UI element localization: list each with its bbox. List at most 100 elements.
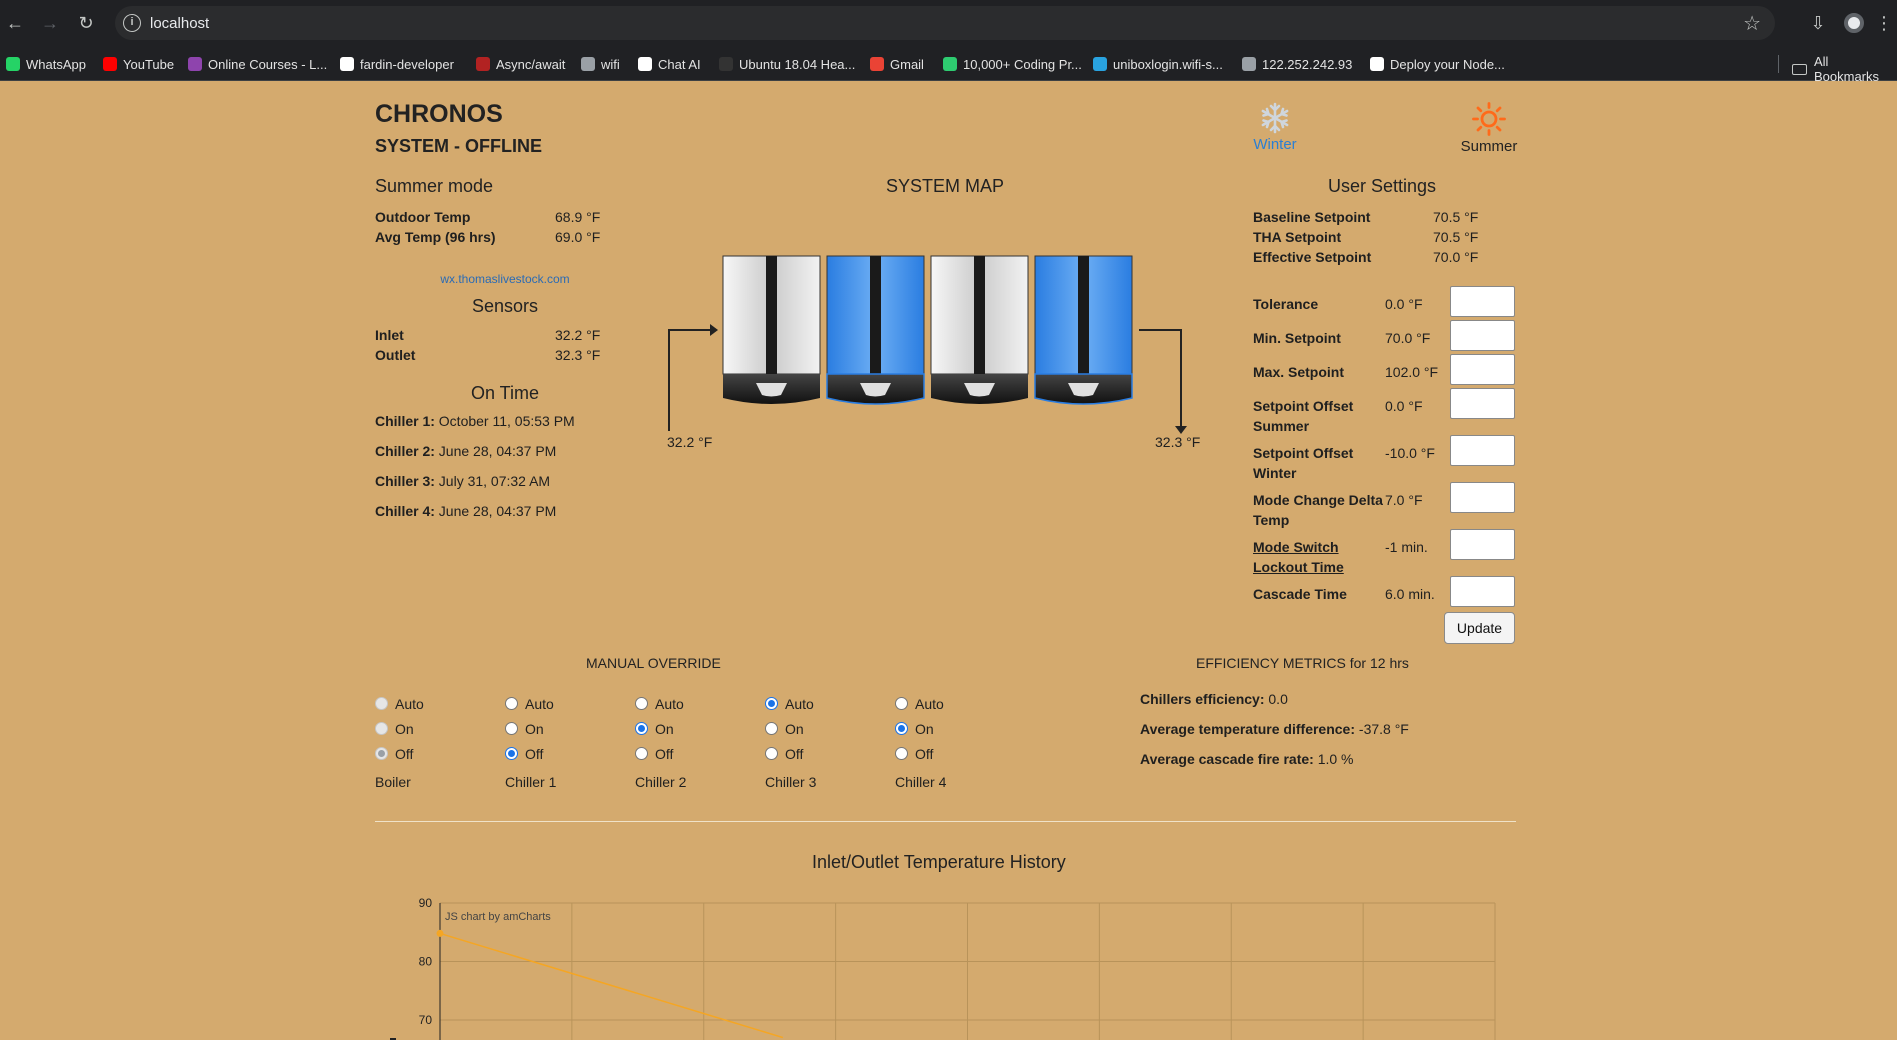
- bookmark-favicon-icon: [340, 57, 354, 71]
- stat-row: Outdoor Temp 68.9 °F: [375, 207, 635, 227]
- override-option[interactable]: Auto: [505, 691, 625, 716]
- address-bar[interactable]: i localhost ☆: [115, 6, 1775, 40]
- offset-summer-input[interactable]: [1450, 388, 1515, 419]
- stat-row: Avg Temp (96 hrs) 69.0 °F: [375, 227, 635, 247]
- override-device-name: Boiler: [375, 774, 411, 790]
- bookmark-label: 10,000+ Coding Pr...: [963, 56, 1082, 72]
- all-bookmarks[interactable]: All Bookmarks: [1792, 54, 1897, 84]
- bookmark-favicon-icon: [581, 57, 595, 71]
- lockout-time-input[interactable]: [1450, 529, 1515, 560]
- section-divider: [375, 821, 1516, 822]
- bookmark-item[interactable]: Online Courses - L...: [188, 54, 327, 74]
- y-tick-label: 70: [419, 1013, 433, 1027]
- menu-kebab-icon[interactable]: ⋮: [1871, 10, 1897, 36]
- radio-button[interactable]: [505, 722, 518, 735]
- efficiency-row: Average cascade fire rate: 1.0 %: [1140, 751, 1354, 767]
- override-option[interactable]: Off: [635, 741, 755, 766]
- mode-stats: Outdoor Temp 68.9 °F Avg Temp (96 hrs) 69.…: [375, 207, 635, 247]
- override-option[interactable]: On: [505, 716, 625, 741]
- download-icon[interactable]: ⇩: [1805, 10, 1831, 36]
- radio-button[interactable]: [895, 722, 908, 735]
- override-option[interactable]: Auto: [765, 691, 885, 716]
- y-tick-label: 80: [419, 955, 433, 969]
- chart-title: Inlet/Outlet Temperature History: [812, 852, 1066, 872]
- bookmark-item[interactable]: Chat AI: [638, 54, 701, 74]
- radio-button[interactable]: [765, 722, 778, 735]
- override-option[interactable]: Auto: [635, 691, 755, 716]
- lockout-time-link[interactable]: Mode Switch Lockout Time: [1253, 537, 1383, 577]
- radio-button[interactable]: [895, 697, 908, 710]
- override-device-name: Chiller 2: [635, 774, 687, 790]
- bookmark-label: WhatsApp: [26, 56, 86, 72]
- reload-icon[interactable]: ↻: [73, 10, 99, 36]
- bookmark-item[interactable]: 122.252.242.93: [1242, 54, 1352, 74]
- radio-button[interactable]: [635, 747, 648, 760]
- bookmark-item[interactable]: 10,000+ Coding Pr...: [943, 54, 1082, 74]
- left-panel: Summer mode Outdoor Temp 68.9 °F Avg Temp…: [375, 176, 635, 526]
- override-group: Auto On Off Chiller 4: [895, 691, 1015, 790]
- setting-value: 7.0 °F: [1385, 492, 1423, 508]
- url-text[interactable]: localhost: [150, 15, 209, 32]
- bookmark-item[interactable]: uniboxlogin.wifi-s...: [1093, 54, 1223, 74]
- bookmark-item[interactable]: Async/await: [476, 54, 565, 74]
- bookmark-item[interactable]: YouTube: [103, 54, 174, 74]
- radio-label: Off: [785, 745, 804, 762]
- back-icon[interactable]: ←: [2, 10, 28, 36]
- y-tick-label: 90: [419, 896, 433, 910]
- radio-button[interactable]: [765, 747, 778, 760]
- radio-label: Off: [395, 745, 414, 762]
- bookmark-item[interactable]: Gmail: [870, 54, 924, 74]
- override-option[interactable]: Off: [505, 741, 625, 766]
- radio-button[interactable]: [505, 747, 518, 760]
- radio-button[interactable]: [635, 722, 648, 735]
- bookmark-item[interactable]: Deploy your Node...: [1370, 54, 1505, 74]
- override-option[interactable]: On: [635, 716, 755, 741]
- weather-link[interactable]: wx.thomaslivestock.com: [375, 272, 635, 286]
- override-option[interactable]: Off: [765, 741, 885, 766]
- offset-winter-input[interactable]: [1450, 435, 1515, 466]
- chart-credit: JS chart by amCharts: [445, 911, 551, 923]
- efficiency-value: -37.8 °F: [1358, 721, 1409, 737]
- cascade-time-input[interactable]: [1450, 576, 1515, 607]
- stat-value: 69.0 °F: [555, 229, 601, 245]
- on-time-value: June 28, 04:37 PM: [438, 443, 557, 459]
- bookmark-item[interactable]: fardin-developer: [340, 54, 454, 74]
- mode-change-delta-input[interactable]: [1450, 482, 1515, 513]
- bookmark-favicon-icon: [188, 57, 202, 71]
- forward-icon[interactable]: →: [37, 10, 63, 36]
- radio-label: On: [395, 720, 414, 737]
- radio-button[interactable]: [635, 697, 648, 710]
- profile-avatar[interactable]: [1844, 13, 1864, 33]
- on-time-value: October 11, 05:53 PM: [438, 413, 575, 429]
- radio-button[interactable]: [765, 697, 778, 710]
- on-time-label: Chiller 4:: [375, 503, 435, 519]
- override-option[interactable]: Auto: [895, 691, 1015, 716]
- override-option[interactable]: On: [895, 716, 1015, 741]
- setting-value: 0.0 °F: [1385, 398, 1423, 414]
- max-setpoint-input[interactable]: [1450, 354, 1515, 385]
- sensor-stats: Inlet 32.2 °F Outlet 32.3 °F: [375, 325, 635, 365]
- tolerance-input[interactable]: [1450, 286, 1515, 317]
- update-button[interactable]: Update: [1444, 612, 1515, 644]
- bookmark-item[interactable]: Ubuntu 18.04 Hea...: [719, 54, 855, 74]
- bookmark-star-icon[interactable]: ☆: [1743, 11, 1761, 36]
- override-option[interactable]: On: [765, 716, 885, 741]
- sensor-row: Inlet 32.2 °F: [375, 325, 635, 345]
- radio-button[interactable]: [505, 697, 518, 710]
- min-setpoint-input[interactable]: [1450, 320, 1515, 351]
- setting-label: Setpoint Offset Winter: [1253, 445, 1354, 481]
- site-info-icon[interactable]: i: [123, 14, 141, 32]
- bookmark-item[interactable]: WhatsApp: [6, 54, 86, 74]
- efficiency-label: Chillers efficiency:: [1140, 691, 1265, 707]
- summer-mode-button[interactable]: Summer: [1457, 102, 1521, 155]
- outlet-temp-label: 32.3 °F: [1155, 434, 1201, 450]
- manual-override-title: MANUAL OVERRIDE: [586, 655, 721, 671]
- override-option[interactable]: Off: [895, 741, 1015, 766]
- on-time-value: June 28, 04:37 PM: [438, 503, 557, 519]
- bookmark-label: YouTube: [123, 56, 175, 72]
- on-time-row: Chiller 3: July 31, 07:32 AM: [375, 466, 635, 496]
- bookmark-item[interactable]: wifi: [581, 54, 620, 74]
- bookmark-favicon-icon: [870, 57, 884, 71]
- radio-button[interactable]: [895, 747, 908, 760]
- winter-mode-button[interactable]: Winter: [1245, 102, 1305, 153]
